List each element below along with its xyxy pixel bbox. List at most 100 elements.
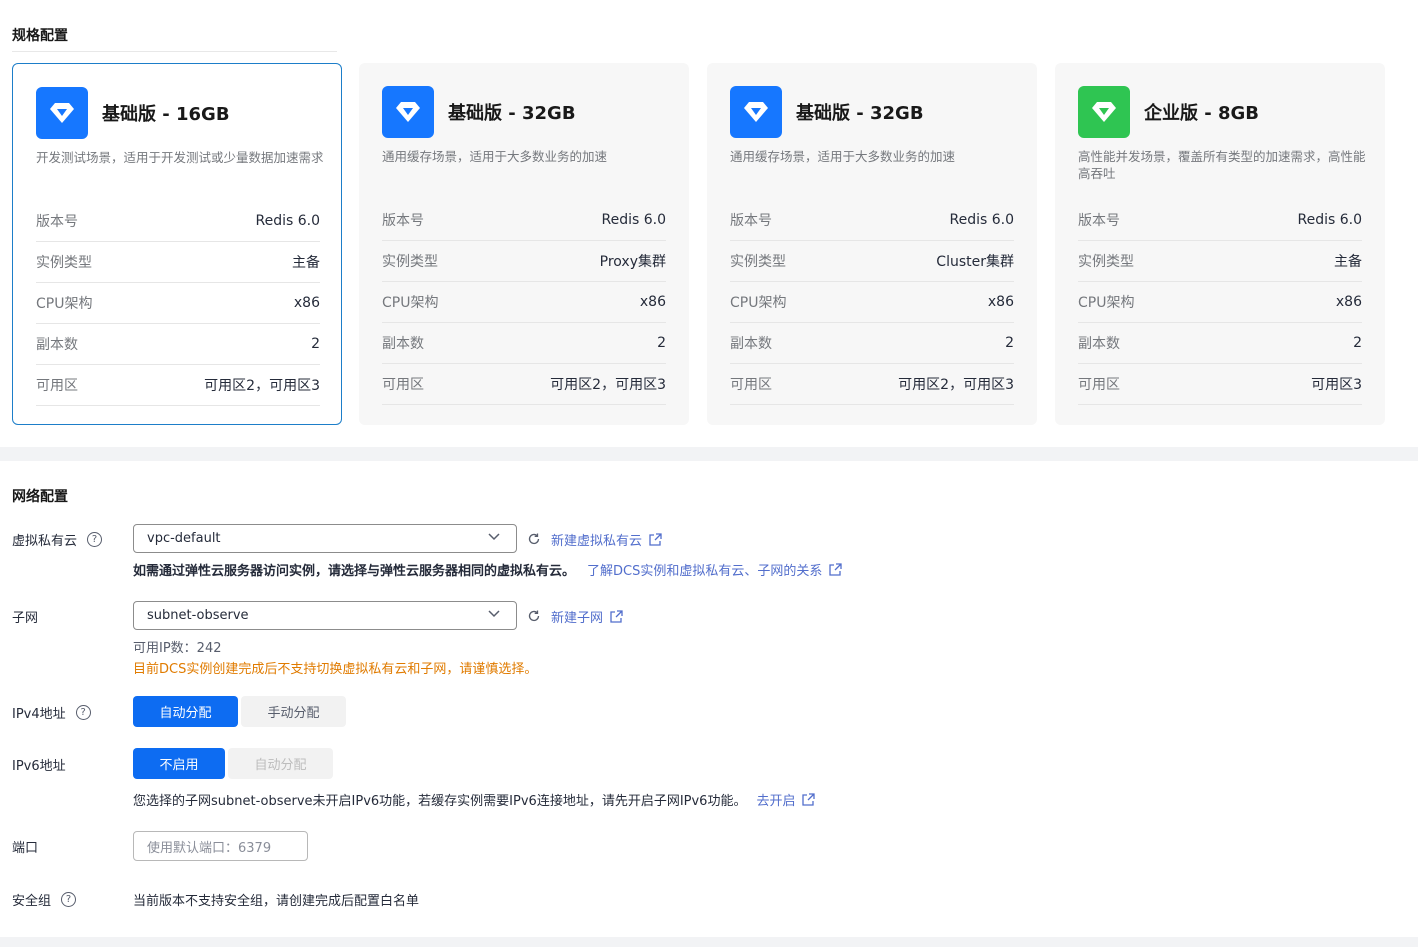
spec-row: 副本数 2 <box>382 323 666 364</box>
ipv6-label-text: IPv6地址 <box>12 759 66 774</box>
spec-card-rows: 版本号 Redis 6.0 实例类型 Proxy集群 CPU架构 x86 副本数 2 可用区 可用… <box>382 200 666 405</box>
spec-row-value: 可用区3 <box>1311 377 1362 393</box>
spec-row-value: 2 <box>1353 335 1362 351</box>
port-label: 端口 <box>12 837 38 856</box>
subnet-label-text: 子网 <box>12 611 39 626</box>
spec-row-key: 可用区 <box>36 378 78 394</box>
spec-card-title: 企业版 - 8GB <box>1144 103 1260 124</box>
spec-title-divider <box>12 51 337 52</box>
spec-row: 版本号 Redis 6.0 <box>382 200 666 241</box>
spec-row-key: 实例类型 <box>1078 254 1134 270</box>
vpc-select-value: vpc-default <box>147 531 221 546</box>
vpc-relation-link[interactable]: 了解DCS实例和虚拟私有云、子网的关系 <box>587 560 843 579</box>
spec-row-key: 版本号 <box>1078 213 1120 229</box>
chevron-down-icon <box>488 533 500 541</box>
vpc-hint: 如需通过弹性云服务器访问实例，请选择与弹性云服务器相同的虚拟私有云。 了解DCS… <box>133 560 843 579</box>
spec-row-key: 可用区 <box>382 377 424 393</box>
ipv6-auto-button: 自动分配 <box>228 748 333 779</box>
spec-row-value: x86 <box>1335 294 1362 310</box>
security-group-label-text: 安全组 <box>12 894 52 909</box>
vpc-hint-text: 如需通过弹性云服务器访问实例，请选择与弹性云服务器相同的虚拟私有云。 <box>133 564 576 579</box>
spec-row: 实例类型 Cluster集群 <box>730 241 1014 282</box>
ipv6-label: IPv6地址 <box>12 755 66 774</box>
spec-card[interactable]: 基础版 - 16GB 开发测试场景，适用于开发测试或少量数据加速需求 版本号 Redi… <box>12 63 342 425</box>
port-label-text: 端口 <box>12 841 39 856</box>
spec-row-value: Proxy集群 <box>599 254 666 270</box>
spec-row-key: 版本号 <box>382 213 424 229</box>
spec-row: 实例类型 Proxy集群 <box>382 241 666 282</box>
port-input-placeholder: 使用默认端口：6379 <box>147 840 272 856</box>
spec-row-value: 可用区2，可用区3 <box>204 378 320 394</box>
spec-row-value: x86 <box>293 295 320 311</box>
spec-row-value: Redis 6.0 <box>255 213 321 229</box>
vpc-label-text: 虚拟私有云 <box>12 534 78 549</box>
help-icon[interactable]: ? <box>87 532 103 547</box>
subnet-label: 子网 <box>12 607 38 626</box>
diamond-icon <box>1078 86 1130 138</box>
ipv4-label-text: IPv4地址 <box>12 707 66 722</box>
spec-card-description: 通用缓存场景，适用于大多数业务的加速 <box>382 149 608 164</box>
spec-row: CPU架构 x86 <box>1078 282 1362 323</box>
spec-card-description: 通用缓存场景，适用于大多数业务的加速 <box>730 149 956 164</box>
spec-row-value: x86 <box>639 294 666 310</box>
vpc-relation-link-text: 了解DCS实例和虚拟私有云、子网的关系 <box>587 564 823 579</box>
spec-card[interactable]: 企业版 - 8GB 高性能并发场景，覆盖所有类型的加速需求，高性能高吞吐版本号 Re… <box>1055 63 1385 425</box>
spec-row: 可用区 可用区3 <box>1078 364 1362 405</box>
spec-card-rows: 版本号 Redis 6.0 实例类型 主备 CPU架构 x86 副本数 2 可用区 可用区3 <box>1078 200 1362 405</box>
spec-row: 实例类型 主备 <box>36 242 320 283</box>
spec-row-key: 版本号 <box>36 214 78 230</box>
ipv6-hint: 您选择的子网subnet-observe未开启IPv6功能，若缓存实例需要IPv… <box>133 790 816 809</box>
spec-row-value: 可用区2，可用区3 <box>898 377 1014 393</box>
security-group-text: 当前版本不支持安全组，请创建完成后配置白名单 <box>133 894 420 909</box>
spec-row-value: Redis 6.0 <box>1297 212 1363 228</box>
create-subnet-link-text: 新建子网 <box>551 611 604 626</box>
ipv6-disabled-button[interactable]: 不启用 <box>133 748 225 779</box>
create-subnet-link[interactable]: 新建子网 <box>551 607 623 626</box>
ipv4-label: IPv4地址 ? <box>12 703 91 722</box>
subnet-select[interactable]: subnet-observe <box>133 601 517 630</box>
spec-row-value: Redis 6.0 <box>949 212 1015 228</box>
spec-row-value: Redis 6.0 <box>601 212 667 228</box>
subnet-select-value: subnet-observe <box>147 608 249 623</box>
refresh-icon[interactable] <box>527 532 541 546</box>
spec-row-key: 实例类型 <box>382 254 438 270</box>
spec-row-key: 副本数 <box>382 336 424 352</box>
spec-row: CPU架构 x86 <box>36 283 320 324</box>
security-group-label: 安全组 ? <box>12 890 77 909</box>
spec-card[interactable]: 基础版 - 32GB 通用缓存场景，适用于大多数业务的加速 版本号 Redis 6.0… <box>359 63 689 425</box>
external-link-icon <box>802 792 816 806</box>
spec-row-key: 可用区 <box>730 377 772 393</box>
spec-row: 版本号 Redis 6.0 <box>730 200 1014 241</box>
refresh-icon[interactable] <box>527 609 541 623</box>
spec-section: 规格配置 基础版 - 16GB 开发测试场景，适用于开发测试或少量数据加速需求 版本… <box>0 0 1418 447</box>
spec-row-value: 2 <box>657 335 666 351</box>
create-vpc-link[interactable]: 新建虚拟私有云 <box>551 530 662 549</box>
enable-ipv6-link[interactable]: 去开启 <box>756 790 816 809</box>
help-icon[interactable]: ? <box>75 705 91 720</box>
spec-card-rows: 版本号 Redis 6.0 实例类型 Cluster集群 CPU架构 x86 副本数 2 可用区… <box>730 200 1014 405</box>
vpc-label: 虚拟私有云 ? <box>12 530 103 549</box>
spec-row-key: 实例类型 <box>36 255 92 271</box>
external-link-icon <box>610 609 623 623</box>
spec-row: 副本数 2 <box>730 323 1014 364</box>
spec-card-title: 基础版 - 32GB <box>796 103 924 124</box>
vpc-select[interactable]: vpc-default <box>133 524 517 553</box>
help-icon[interactable]: ? <box>61 892 77 907</box>
spec-row-value: 可用区2，可用区3 <box>550 377 666 393</box>
spec-row: 副本数 2 <box>36 324 320 365</box>
ipv4-manual-button[interactable]: 手动分配 <box>241 696 346 727</box>
spec-card[interactable]: 基础版 - 32GB 通用缓存场景，适用于大多数业务的加速版本号 Redis 6.0… <box>707 63 1037 425</box>
spec-row-key: 副本数 <box>730 336 772 352</box>
create-vpc-link-text: 新建虚拟私有云 <box>551 534 643 549</box>
diamond-icon <box>730 86 782 138</box>
ipv4-auto-button[interactable]: 自动分配 <box>133 696 238 727</box>
spec-row: 可用区 可用区2，可用区3 <box>730 364 1014 405</box>
external-link-icon <box>649 532 662 546</box>
port-input[interactable]: 使用默认端口：6379 <box>133 831 308 861</box>
network-section: 网络配置 虚拟私有云 ? vpc-default 新建虚拟私有云 如需通过弹性云… <box>0 461 1418 937</box>
ipv6-hint-text: 您选择的子网subnet-observe未开启IPv6功能，若缓存实例需要IPv… <box>133 794 747 809</box>
spec-card-description: 高性能并发场景，覆盖所有类型的加速需求，高性能高吞吐 <box>1078 149 1366 181</box>
spec-row: 版本号 Redis 6.0 <box>36 201 320 242</box>
spec-row-key: 副本数 <box>36 337 78 353</box>
spec-card-title: 基础版 - 16GB <box>102 104 230 125</box>
